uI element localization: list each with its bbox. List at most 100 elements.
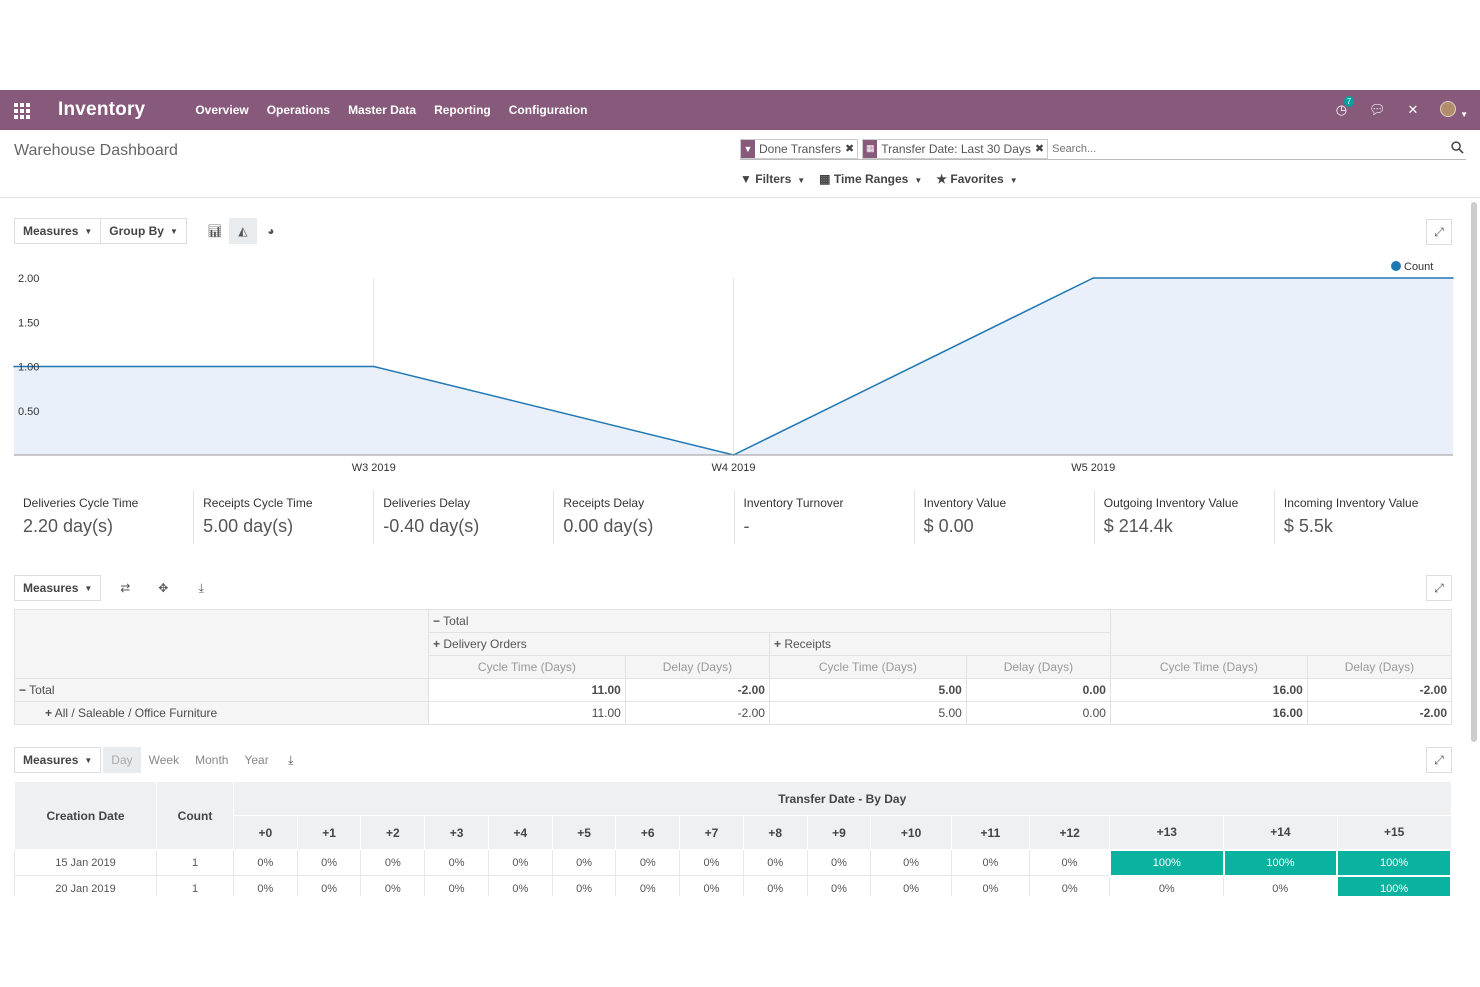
expand-cohort-icon[interactable]: ⤢	[1426, 747, 1452, 773]
pivot-cell[interactable]: 0.00	[965, 701, 1111, 725]
favorites-dropdown[interactable]: ★ Favorites ▼	[936, 172, 1017, 186]
cohort-cell[interactable]: 0%	[679, 875, 744, 896]
cohort-cell[interactable]: 0%	[551, 875, 617, 896]
cohort-cell[interactable]: 0%	[742, 875, 808, 896]
remove-facet-icon[interactable]: ✖	[845, 142, 857, 155]
pivot-cell[interactable]: 0.00	[965, 678, 1111, 702]
cohort-cell[interactable]: 0%	[1028, 875, 1111, 896]
pivot-measures-button[interactable]: Measures ▼	[14, 575, 102, 601]
measure-header[interactable]: Delay (Days)	[1306, 655, 1453, 679]
apps-menu-icon[interactable]	[14, 103, 30, 119]
cohort-cell[interactable]: 0%	[950, 875, 1030, 896]
kpi-inventory-turnover[interactable]: Inventory Turnover -	[733, 490, 914, 544]
pivot-cell[interactable]: 5.00	[768, 701, 967, 725]
cohort-cell[interactable]: 0%	[806, 849, 872, 876]
cohort-cell[interactable]: 0%	[360, 875, 426, 896]
kpi-inventory-value[interactable]: Inventory Value $ 0.00	[913, 490, 1094, 544]
measure-header[interactable]: Delay (Days)	[965, 655, 1111, 679]
pivot-cell[interactable]: 16.00	[1109, 678, 1308, 702]
cohort-cell[interactable]: 0%	[742, 849, 808, 876]
period-week-button[interactable]: Week	[141, 747, 187, 773]
cohort-count-cell[interactable]: 1	[156, 849, 234, 876]
pivot-col-delivery-orders[interactable]: + Delivery Orders	[428, 632, 770, 656]
pivot-col-receipts[interactable]: + Receipts	[768, 632, 1111, 656]
cohort-cell[interactable]: 0%	[233, 849, 298, 876]
graph-measures-button[interactable]: Measures ▼	[14, 218, 102, 244]
remove-facet-icon[interactable]: ✖	[1035, 142, 1047, 155]
expand-graph-icon[interactable]: ⤢	[1426, 219, 1452, 245]
activity-clock-icon[interactable]: ◷ 7	[1336, 96, 1355, 118]
measure-header[interactable]: Cycle Time (Days)	[428, 655, 626, 679]
pie-chart-icon[interactable]: ◕	[257, 218, 285, 244]
cohort-cell[interactable]: 0%	[615, 875, 681, 896]
cohort-cell[interactable]: 0%	[551, 849, 617, 876]
bar-chart-icon[interactable]: 📊︎	[201, 218, 229, 244]
pivot-cell[interactable]: 16.00	[1109, 701, 1308, 725]
cohort-cell[interactable]: 0%	[487, 849, 553, 876]
scrollbar[interactable]	[1471, 202, 1477, 742]
user-menu[interactable]: ▼	[1440, 100, 1468, 120]
cohort-cell[interactable]: 0%	[1028, 849, 1111, 876]
debug-tools-icon[interactable]: ✕	[1408, 102, 1419, 118]
cohort-cell[interactable]: 0%	[679, 849, 744, 876]
chat-bubbles-icon[interactable]: 💬︎	[1369, 102, 1386, 118]
kpi-receipts-cycle-time[interactable]: Receipts Cycle Time 5.00 day(s)	[193, 490, 373, 544]
menu-overview[interactable]: Overview	[195, 103, 248, 117]
cohort-cell[interactable]: 100%	[1336, 848, 1452, 877]
cohort-cell[interactable]: 0%	[950, 849, 1030, 876]
cohort-cell[interactable]: 0%	[296, 875, 362, 896]
kpi-incoming-inventory-value[interactable]: Incoming Inventory Value $ 5.5k	[1273, 490, 1454, 544]
period-day-button[interactable]: Day	[103, 747, 141, 773]
flip-axis-icon[interactable]: ⇄	[111, 575, 139, 601]
time-ranges-dropdown[interactable]: ▦ Time Ranges ▼	[819, 172, 922, 186]
cohort-cell[interactable]: 100%	[1108, 848, 1225, 877]
cohort-cell[interactable]: 100%	[1336, 874, 1452, 896]
cohort-cell[interactable]: 0%	[296, 849, 362, 876]
cohort-cell[interactable]: 0%	[870, 875, 952, 896]
download-icon[interactable]: ⤓	[187, 575, 215, 601]
pivot-cell[interactable]: -2.00	[624, 701, 770, 725]
menu-configuration[interactable]: Configuration	[509, 103, 588, 117]
measure-header[interactable]: Cycle Time (Days)	[1109, 655, 1308, 679]
cohort-cell[interactable]: 0%	[806, 875, 872, 896]
pivot-cell[interactable]: 11.00	[428, 701, 626, 725]
filters-dropdown[interactable]: ▼ Filters ▼	[740, 172, 805, 186]
kpi-deliveries-cycle-time[interactable]: Deliveries Cycle Time 2.20 day(s)	[14, 490, 193, 544]
expand-pivot-icon[interactable]: ⤢	[1426, 575, 1452, 601]
search-input[interactable]	[1052, 142, 1466, 155]
pivot-cell[interactable]: -2.00	[1306, 701, 1453, 725]
kpi-receipts-delay[interactable]: Receipts Delay 0.00 day(s)	[553, 490, 733, 544]
area-chart-icon[interactable]: ◭	[228, 218, 257, 244]
pivot-cell[interactable]: 5.00	[768, 678, 967, 702]
period-month-button[interactable]: Month	[187, 747, 236, 773]
menu-operations[interactable]: Operations	[267, 103, 330, 117]
cohort-cell[interactable]: 0%	[360, 849, 426, 876]
cohort-cell[interactable]: 100%	[1222, 848, 1339, 877]
cohort-cell[interactable]: 0%	[1109, 875, 1225, 896]
menu-master-data[interactable]: Master Data	[348, 103, 416, 117]
pivot-col-total[interactable]: − Total	[428, 609, 1111, 633]
menu-reporting[interactable]: Reporting	[434, 103, 491, 117]
cohort-cell[interactable]: 0%	[233, 875, 298, 896]
measure-header[interactable]: Delay (Days)	[624, 655, 770, 679]
cohort-cell[interactable]: 0%	[424, 875, 489, 896]
search-icon[interactable]	[1451, 141, 1464, 154]
group-by-button[interactable]: Group By ▼	[101, 218, 187, 244]
pivot-row-header-total[interactable]: − Total	[14, 678, 429, 702]
measure-header[interactable]: Cycle Time (Days)	[768, 655, 967, 679]
cohort-cell[interactable]: 0%	[424, 849, 489, 876]
period-year-button[interactable]: Year	[236, 747, 276, 773]
pivot-cell[interactable]: -2.00	[1306, 678, 1453, 702]
kpi-outgoing-inventory-value[interactable]: Outgoing Inventory Value $ 214.4k	[1093, 490, 1274, 544]
cohort-cell[interactable]: 0%	[615, 849, 681, 876]
cohort-cell[interactable]: 0%	[487, 875, 553, 896]
pivot-row-header-office-furniture[interactable]: + All / Saleable / Office Furniture	[14, 701, 429, 725]
app-title[interactable]: Inventory	[58, 99, 145, 121]
cohort-cell[interactable]: 0%	[1223, 875, 1338, 896]
pivot-cell[interactable]: -2.00	[624, 678, 770, 702]
cohort-count-cell[interactable]: 1	[156, 875, 234, 896]
download-icon[interactable]: ⤓	[277, 747, 305, 773]
pivot-cell[interactable]: 11.00	[428, 678, 626, 702]
expand-all-icon[interactable]: ✥	[149, 575, 177, 601]
kpi-deliveries-delay[interactable]: Deliveries Delay -0.40 day(s)	[373, 490, 553, 544]
